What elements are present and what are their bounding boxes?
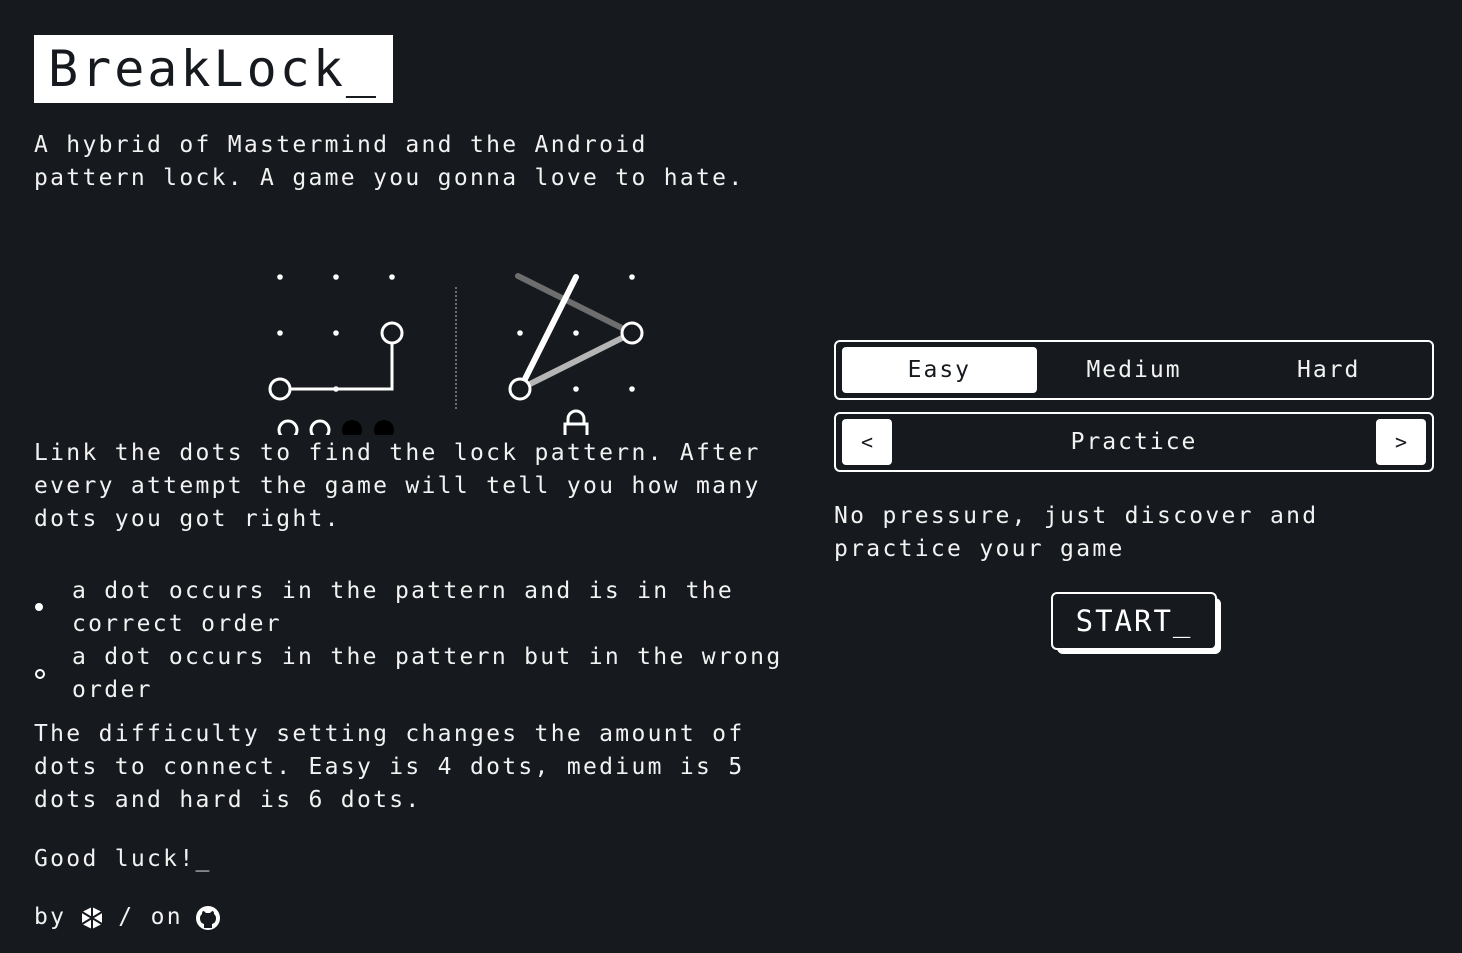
- start-button-wrapper: START_: [1051, 592, 1221, 654]
- by-label: by: [34, 904, 67, 930]
- separator-label: / on: [118, 904, 183, 930]
- feedback-hollow-icon: [277, 419, 299, 435]
- grid-dot: [277, 274, 283, 280]
- grid-dot: [389, 274, 395, 280]
- legend-text: a dot occurs in the pattern and is in th…: [72, 578, 735, 637]
- author-logo-icon[interactable]: [78, 905, 106, 931]
- end-node: [380, 321, 404, 345]
- good-luck-text: Good luck!_: [34, 846, 212, 872]
- feedback-hollow-icon: [309, 419, 331, 435]
- legend-text: a dot occurs in the pattern but in the w…: [72, 644, 783, 703]
- filled-dot-icon: [35, 603, 43, 611]
- grid-dot: [517, 330, 523, 336]
- mode-prev-button[interactable]: <: [842, 419, 892, 465]
- info-panel: BreakLock_ A hybrid of Mastermind and th…: [34, 35, 814, 930]
- difficulty-easy-button[interactable]: Easy: [842, 347, 1037, 393]
- feedback-empty-icon: [342, 420, 362, 435]
- mode-label: Practice: [1070, 429, 1198, 455]
- legend-item: a dot occurs in the pattern but in the w…: [34, 641, 824, 707]
- lock-icon: [563, 409, 589, 435]
- start-node: [268, 377, 292, 401]
- howto-text: Link the dots to find the lock pattern. …: [34, 440, 761, 532]
- app-logo: BreakLock_: [34, 35, 394, 103]
- grid-dot: [573, 386, 579, 392]
- pattern-node: [508, 377, 532, 401]
- difficulty-selector: Easy Medium Hard: [834, 340, 1434, 400]
- hollow-dot-icon: [35, 669, 45, 679]
- attempt-pattern: [268, 274, 404, 435]
- difficulty-explanation: The difficulty setting changes the amoun…: [34, 721, 745, 813]
- grid-dot: [277, 330, 283, 336]
- difficulty-hard-button[interactable]: Hard: [1231, 347, 1426, 393]
- difficulty-medium-button[interactable]: Medium: [1037, 347, 1232, 393]
- intro-text: A hybrid of Mastermind and the Android p…: [34, 132, 745, 191]
- grid-dot: [333, 274, 339, 280]
- mode-next-button[interactable]: >: [1376, 419, 1426, 465]
- pattern-node: [620, 321, 644, 345]
- solution-pattern: [508, 273, 644, 435]
- game-setup-panel: Easy Medium Hard < Practice > No pressur…: [834, 340, 1434, 654]
- grid-dot: [629, 274, 635, 280]
- grid-dot: [573, 330, 579, 336]
- attempt-line: [280, 333, 394, 391]
- grid-dot: [629, 386, 635, 392]
- mode-selector: < Practice >: [834, 412, 1434, 472]
- start-button[interactable]: START_: [1051, 592, 1217, 650]
- github-icon[interactable]: [195, 905, 221, 931]
- legend-item: a dot occurs in the pattern and is in th…: [34, 575, 824, 641]
- feedback-empty-icon: [374, 420, 394, 435]
- mode-description: No pressure, just discover and practice …: [834, 503, 1319, 562]
- example-illustration: [268, 273, 644, 435]
- credit-line: by / on: [34, 901, 221, 934]
- legend: a dot occurs in the pattern and is in th…: [34, 575, 824, 707]
- grid-dot: [333, 330, 339, 336]
